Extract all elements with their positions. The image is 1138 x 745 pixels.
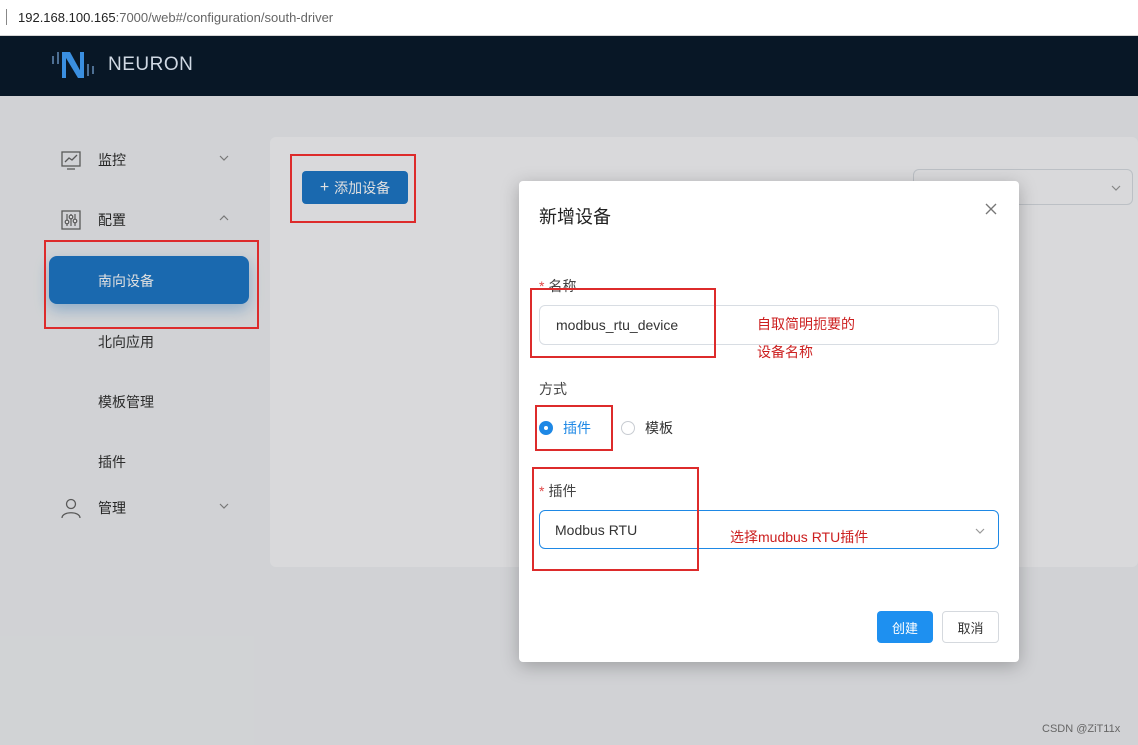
radio-label: 模板: [645, 420, 673, 436]
app-header: NEURON: [0, 36, 1138, 96]
url-host: 192.168.100.165: [18, 10, 116, 25]
chevron-down-icon: [975, 528, 985, 534]
browser-address-bar[interactable]: 192.168.100.165:7000/web#/configuration/…: [0, 0, 1138, 36]
cancel-button[interactable]: 取消: [942, 611, 999, 643]
annotation-box-mode: [535, 405, 613, 451]
radio-unselected-icon[interactable]: [621, 421, 635, 435]
app-name: NEURON: [108, 54, 194, 75]
text-caret: [6, 9, 7, 25]
annotation-box-name: [530, 288, 716, 358]
mode-option-template[interactable]: 模板: [621, 418, 673, 438]
watermark: CSDN @ZiT11x: [1042, 723, 1121, 735]
annotation-note-line: 自取简明扼要的: [757, 316, 855, 332]
close-icon[interactable]: [985, 203, 997, 215]
annotation-box-south-device: [44, 240, 259, 329]
annotation-note-line: 设备名称: [757, 344, 813, 360]
annotation-box-plugin: [532, 467, 699, 571]
url-path: :7000/web#/configuration/south-driver: [115, 10, 334, 25]
dialog-title: 新增设备: [539, 207, 611, 227]
annotation-note-name: 自取简明扼要的 设备名称: [757, 313, 855, 363]
mode-field-label: 方式: [539, 381, 567, 397]
annotation-note-plugin: 选择mudbus RTU插件: [730, 529, 869, 545]
neuron-logo-icon: [52, 52, 94, 78]
url-text[interactable]: 192.168.100.165:7000/web#/configuration/…: [18, 10, 333, 25]
create-button[interactable]: 创建: [877, 611, 933, 643]
annotation-box-add-device: [290, 154, 416, 223]
